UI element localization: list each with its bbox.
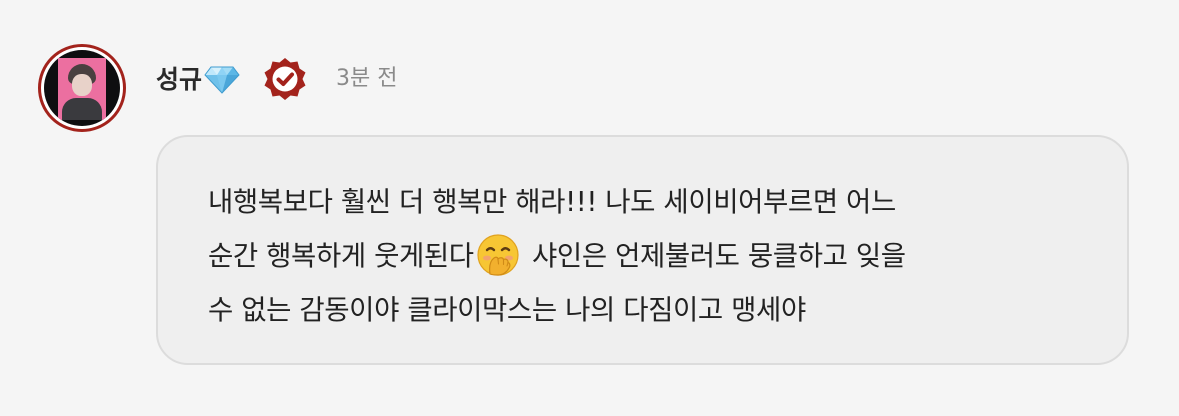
verified-badge-icon	[264, 58, 306, 100]
message-text: 순간 행복하게 웃게된다	[208, 240, 474, 272]
timestamp: 3분 전	[336, 66, 398, 91]
comment-header: 성규 3분 전	[156, 54, 398, 104]
avatar[interactable]	[38, 44, 126, 132]
avatar-face	[72, 74, 92, 96]
comment-bubble: 내행복보다 훨씬 더 행복만 해라!!! 나도 세이비어부르면 어느 순간 행복…	[156, 135, 1129, 365]
message-line-1: 내행복보다 훨씬 더 행복만 해라!!! 나도 세이비어부르면 어느	[208, 186, 896, 218]
diamond-icon	[204, 66, 240, 94]
avatar-photo	[58, 58, 106, 120]
hand-over-mouth-emoji-icon	[477, 234, 519, 276]
message-text: 샤인은 언제불러도 뭉클하고 잊을	[523, 240, 906, 272]
author-name[interactable]: 성규	[156, 67, 202, 92]
message-line-2: 순간 행복하게 웃게된다 샤인은 언제불러도 뭉클하고 잊을	[208, 229, 1087, 283]
avatar-body	[62, 98, 102, 120]
comment-item: 성규 3분 전 내행복보다 훨씬 더 행복만 해라!!! 나도 세이비어부르면 …	[0, 0, 1179, 416]
avatar-image	[44, 50, 120, 126]
message-line-3: 수 없는 감동이야 클라이막스는 나의 다짐이고 맹세야	[208, 294, 806, 326]
